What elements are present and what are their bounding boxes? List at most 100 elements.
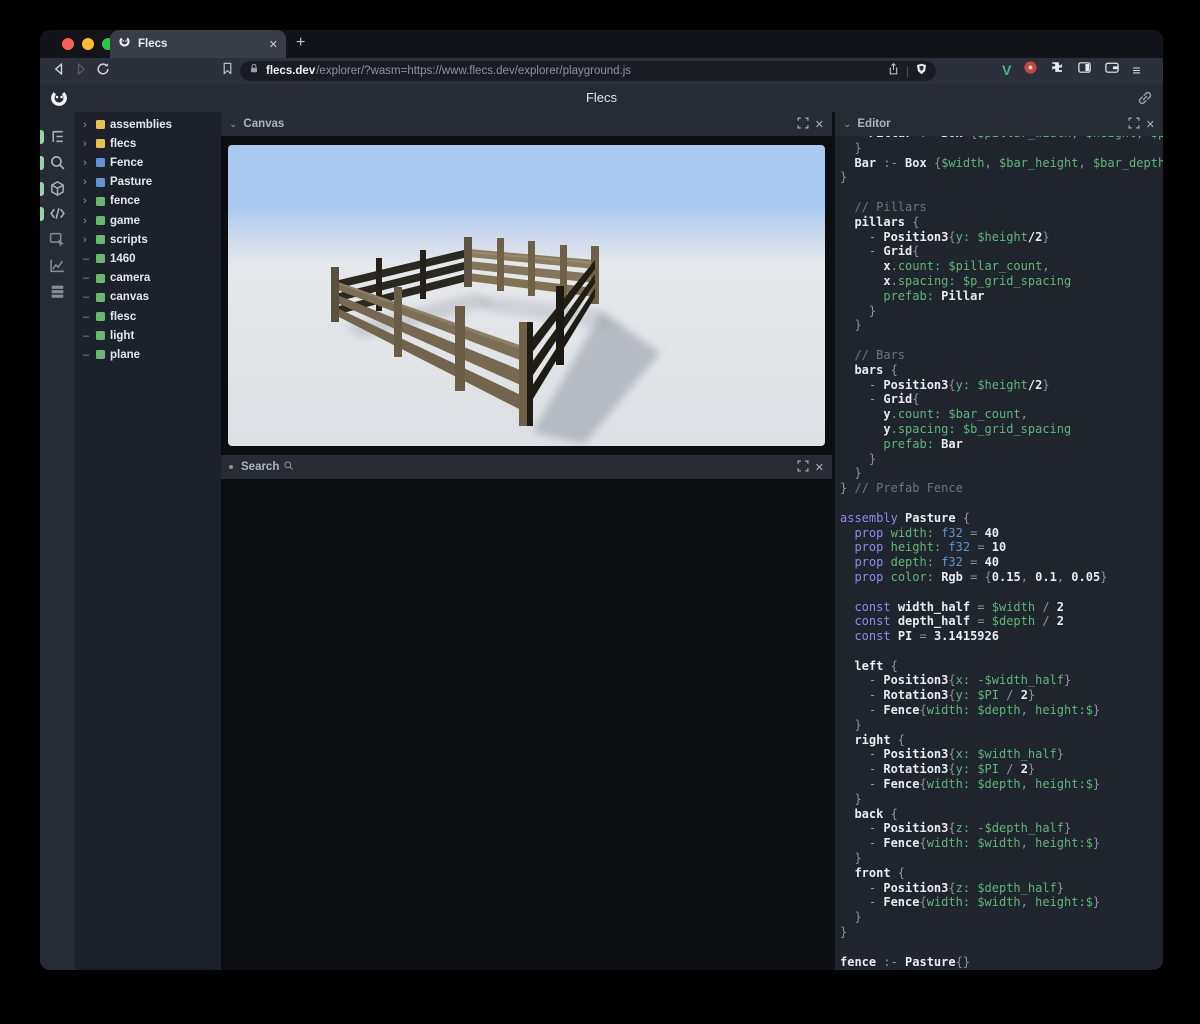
editor-panel: ⌄ Editor ✕ Pillar :- Box {$pillar_width,… (832, 112, 1163, 970)
code-line: - Fence{width: $depth, height:$} (840, 777, 1101, 792)
forward-button-icon[interactable] (70, 61, 92, 82)
tree-item-canvas[interactable]: – canvas (75, 288, 221, 307)
code-line: left { (840, 658, 898, 673)
search-icon (283, 458, 294, 476)
tree-item-label: 1460 (110, 252, 136, 265)
traffic-light-minimize[interactable] (82, 38, 94, 50)
close-icon[interactable]: ✕ (1146, 118, 1155, 131)
tree-item-camera[interactable]: – camera (75, 269, 221, 288)
code-line: right { (840, 732, 906, 747)
leaf-dash-icon: – (83, 310, 90, 323)
expand-arrow-icon[interactable]: › (83, 215, 91, 227)
share-link-icon[interactable] (1137, 90, 1153, 111)
tool-search-icon[interactable] (40, 150, 75, 176)
tab-close-icon[interactable]: ✕ (269, 38, 278, 51)
tool-scene-3d-icon[interactable] (40, 176, 75, 202)
tool-code-icon[interactable] (40, 201, 75, 227)
entity-color-square (96, 292, 105, 302)
tool-inspector-icon[interactable] (40, 227, 75, 253)
active-indicator (40, 155, 44, 170)
maximize-icon[interactable] (797, 460, 809, 475)
code-line: - Position3{y: $height/2} (840, 229, 1050, 244)
red-extension-icon[interactable] (1023, 60, 1038, 80)
code-line: prefab: Pillar (883, 288, 985, 303)
traffic-light-close[interactable] (62, 38, 74, 50)
tree-item-Fence[interactable]: › Fence (75, 153, 221, 172)
code-line: - Fence{width: $width, height:$} (840, 836, 1101, 851)
tree-item-Pasture[interactable]: › Pasture (75, 173, 221, 192)
tab-title: Flecs (138, 38, 168, 50)
code-line: x.count: $pillar_count, (883, 259, 1050, 274)
browser-tab[interactable]: Flecs ✕ (110, 30, 286, 58)
new-tab-button[interactable]: + (296, 34, 305, 52)
entity-color-square (96, 331, 105, 341)
code-line: Bar :- Box {$width, $bar_height, $bar_de… (854, 155, 1163, 170)
share-icon[interactable] (887, 62, 900, 81)
canvas-3d-scene[interactable] (228, 145, 825, 446)
tree-item-plane[interactable]: – plane (75, 345, 221, 364)
chevron-down-icon[interactable]: ⌄ (843, 119, 851, 130)
brave-shield-icon[interactable] (915, 62, 928, 81)
tree-item-label: fence (110, 195, 141, 208)
tree-item-1460[interactable]: – 1460 (75, 249, 221, 268)
editor-panel-title: Editor (857, 118, 891, 130)
code-line: assembly Pasture { (840, 510, 971, 525)
code-line: prop width: f32 = 40 (854, 525, 1000, 540)
code-line: // Bars (840, 347, 906, 362)
bookmark-icon[interactable] (216, 61, 238, 81)
address-bar[interactable]: flecs.dev /explorer/?wasm=https://www.fl… (240, 61, 936, 81)
tree-item-light[interactable]: – light (75, 326, 221, 345)
canvas-panel-header[interactable]: ⌄ Canvas ✕ (221, 112, 832, 136)
code-line: - Position3{x: $width_half} (840, 747, 1065, 762)
code-editor[interactable]: Pillar :- Box {$pillar_width, $height, $… (835, 136, 1163, 970)
maximize-icon[interactable] (797, 117, 809, 132)
tool-stats-chart-icon[interactable] (40, 253, 75, 279)
reload-button-icon[interactable] (92, 61, 114, 82)
active-indicator (40, 130, 44, 144)
code-content[interactable]: Pillar :- Box {$pillar_width, $height, $… (840, 136, 1163, 969)
bullet-icon[interactable] (229, 465, 233, 469)
sidebar-toggle-icon[interactable] (1077, 60, 1092, 80)
tree-item-label: Pasture (110, 176, 153, 189)
code-line: - Fence{width: $depth, height:$} (840, 703, 1101, 718)
tool-entity-tree-icon[interactable] (40, 124, 75, 150)
canvas-panel-body (221, 136, 832, 455)
tree-item-scripts[interactable]: › scripts (75, 230, 221, 249)
maximize-icon[interactable] (1128, 117, 1140, 132)
code-line: } (840, 466, 862, 481)
tree-item-assemblies[interactable]: › assemblies (75, 115, 221, 134)
expand-arrow-icon[interactable]: › (83, 234, 91, 246)
entity-color-square (96, 139, 105, 149)
entity-tree-panel: › assemblies › flecs › Fence › Pasture › fence › ga… (75, 112, 221, 970)
expand-arrow-icon[interactable]: › (83, 138, 91, 150)
code-line: } (840, 851, 862, 866)
tree-item-fence[interactable]: › fence (75, 192, 221, 211)
tree-item-game[interactable]: › game (75, 211, 221, 230)
extension-row: V ≡ (1002, 60, 1141, 80)
search-panel-header[interactable]: Search ✕ (221, 455, 832, 479)
expand-arrow-icon[interactable]: › (83, 119, 91, 131)
browser-menu-icon[interactable]: ≡ (1132, 62, 1140, 78)
code-line: Pillar :- Box {$pillar_width, $height, $… (840, 136, 1163, 141)
code-line: - Fence{width: $width, height:$} (840, 895, 1101, 910)
expand-arrow-icon[interactable]: › (83, 176, 91, 188)
tool-memory-rows-icon[interactable] (40, 279, 75, 305)
expand-arrow-icon[interactable]: › (83, 195, 91, 207)
close-icon[interactable]: ✕ (815, 118, 824, 131)
app-header: Flecs (40, 84, 1163, 112)
extensions-puzzle-icon[interactable] (1050, 60, 1065, 80)
back-button-icon[interactable] (48, 61, 70, 82)
vue-devtools-icon[interactable]: V (1002, 62, 1011, 78)
wallet-icon[interactable] (1104, 60, 1120, 80)
expand-arrow-icon[interactable]: › (83, 157, 91, 169)
editor-panel-header[interactable]: ⌄ Editor ✕ (835, 112, 1163, 136)
fence-3d-render (228, 145, 825, 446)
close-icon[interactable]: ✕ (815, 461, 824, 474)
chevron-down-icon[interactable]: ⌄ (229, 119, 237, 130)
tree-item-flecs[interactable]: › flecs (75, 134, 221, 153)
code-line: prefab: Bar (883, 436, 963, 451)
search-panel-body[interactable] (221, 479, 832, 970)
tree-item-flesc[interactable]: – flesc (75, 307, 221, 326)
